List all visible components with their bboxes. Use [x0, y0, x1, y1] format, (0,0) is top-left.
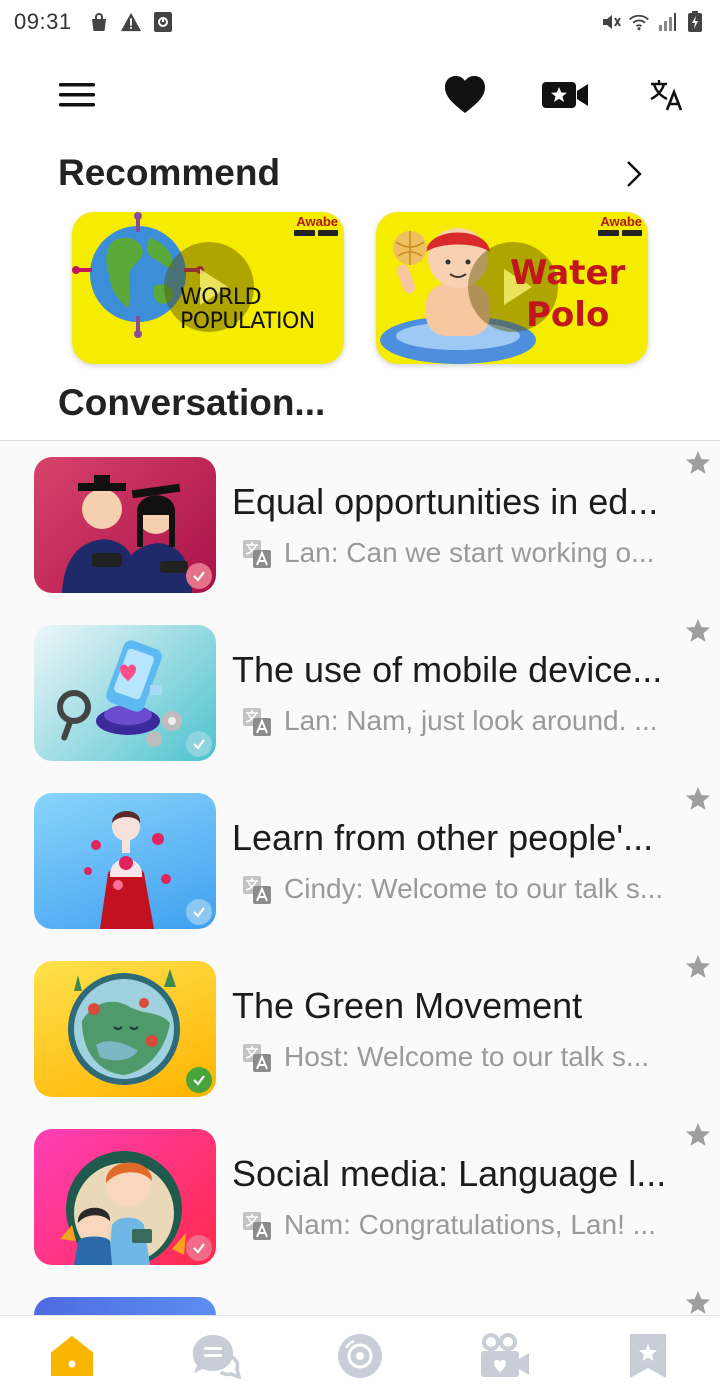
- conversation-title: Conversation...: [58, 382, 326, 423]
- nav-videos[interactable]: [432, 1316, 576, 1396]
- conversation-title-text: Learn from other people'...: [232, 817, 654, 858]
- nav-bookmarks[interactable]: [576, 1316, 720, 1396]
- disc-icon: [338, 1334, 382, 1378]
- conversation-item[interactable]: Learn from other people'... Cindy: Welco…: [0, 777, 720, 945]
- conversation-thumbnail: [34, 1129, 216, 1265]
- conversation-preview: Host: Welcome to our talk s...: [284, 1041, 650, 1072]
- signal-icon: [656, 11, 678, 33]
- translate-small-icon: [243, 540, 271, 568]
- completed-check: [186, 1067, 212, 1093]
- warning-icon: [120, 11, 142, 33]
- bookmark-star-icon: [630, 1334, 666, 1378]
- menu-icon: [59, 83, 95, 107]
- menu-button[interactable]: [52, 70, 102, 120]
- store-badges: [294, 230, 338, 236]
- completed-check: [186, 563, 212, 589]
- conversation-title-text: Equal opportunities in ed...: [232, 481, 659, 522]
- conversation-item[interactable]: Equal opportunities in ed... Lan: Can we…: [0, 441, 720, 609]
- check-icon: [193, 1075, 205, 1086]
- check-icon: [193, 571, 205, 582]
- recommend-title: Recommend: [58, 152, 281, 193]
- recommend-more-button[interactable]: [616, 154, 652, 194]
- video-star-icon: [542, 82, 588, 108]
- top-app-bar: [0, 60, 720, 130]
- home-icon: [51, 1336, 93, 1376]
- translate-button[interactable]: [642, 70, 692, 120]
- conversation-thumbnail: [34, 961, 216, 1097]
- translate-small-icon: [243, 1044, 271, 1072]
- chevron-right-icon: [627, 161, 642, 187]
- star-icon[interactable]: [684, 785, 712, 813]
- translate-icon: [650, 80, 683, 111]
- mute-icon: [600, 11, 622, 33]
- brand-badge: Awabe: [600, 214, 642, 229]
- store-badges: [598, 230, 642, 236]
- conversation-item[interactable]: The use of mobile device... Lan: Nam, ju…: [0, 609, 720, 777]
- status-time: 09:31: [14, 9, 72, 34]
- recommend-card-water-polo[interactable]: Awabe Water Polo: [376, 212, 648, 364]
- conversation-item[interactable]: Social media: Language l... Nam: Congrat…: [0, 1113, 720, 1281]
- chat-icon: [193, 1335, 241, 1379]
- translate-small-icon: [243, 1212, 271, 1240]
- conversation-preview: Cindy: Welcome to our talk s...: [284, 873, 664, 904]
- recommend-card-world-population[interactable]: Awabe WORLD POPULATION: [72, 212, 344, 364]
- completed-check: [186, 1235, 212, 1261]
- favorite-videos-button[interactable]: [540, 70, 590, 120]
- check-icon: [193, 1243, 205, 1254]
- star-icon[interactable]: [684, 1121, 712, 1149]
- conversation-item[interactable]: The Green Movement Host: Welcome to our …: [0, 945, 720, 1113]
- card-caption: WORLD POPULATION: [180, 285, 315, 334]
- brand-badge: Awabe: [296, 214, 338, 229]
- nav-conversations[interactable]: [144, 1316, 288, 1396]
- conversation-preview: Lan: Nam, just look around. ...: [284, 705, 658, 736]
- shopping-bag-icon: [88, 11, 110, 33]
- screenshot-icon: [152, 11, 174, 33]
- conversation-thumbnail: [34, 457, 216, 593]
- translate-small-icon: [243, 876, 271, 904]
- conversation-title-text: The Green Movement: [232, 985, 583, 1026]
- nav-home[interactable]: [0, 1316, 144, 1396]
- conversation-item[interactable]: [0, 1281, 720, 1315]
- nav-audio[interactable]: [288, 1316, 432, 1396]
- conversation-thumbnail: [34, 793, 216, 929]
- star-icon[interactable]: [684, 953, 712, 981]
- battery-charging-icon: [684, 11, 706, 33]
- check-icon: [193, 739, 205, 750]
- conversation-preview: Lan: Can we start working o...: [284, 537, 655, 568]
- conversation-thumbnail: [34, 1297, 216, 1315]
- conversation-title-text: Social media: Language l...: [232, 1153, 667, 1194]
- conversation-preview: Nam: Congratulations, Lan! ...: [284, 1209, 656, 1240]
- star-icon[interactable]: [684, 449, 712, 477]
- favorites-button[interactable]: [440, 70, 490, 120]
- wifi-icon: [628, 11, 650, 33]
- status-bar: 09:31: [0, 0, 720, 44]
- translate-small-icon: [243, 708, 271, 736]
- completed-check: [186, 899, 212, 925]
- conversation-list[interactable]: Equal opportunities in ed... Lan: Can we…: [0, 441, 720, 1315]
- check-icon: [193, 907, 205, 918]
- card-caption: Water Polo: [510, 253, 626, 335]
- heart-icon: [445, 76, 485, 113]
- conversation-title-text: The use of mobile device...: [232, 649, 663, 690]
- completed-check: [186, 731, 212, 757]
- star-icon[interactable]: [684, 617, 712, 645]
- conversation-thumbnail: [34, 625, 216, 761]
- video-people-icon: [481, 1333, 529, 1377]
- bottom-navigation: [0, 1315, 720, 1396]
- star-icon[interactable]: [684, 1289, 712, 1315]
